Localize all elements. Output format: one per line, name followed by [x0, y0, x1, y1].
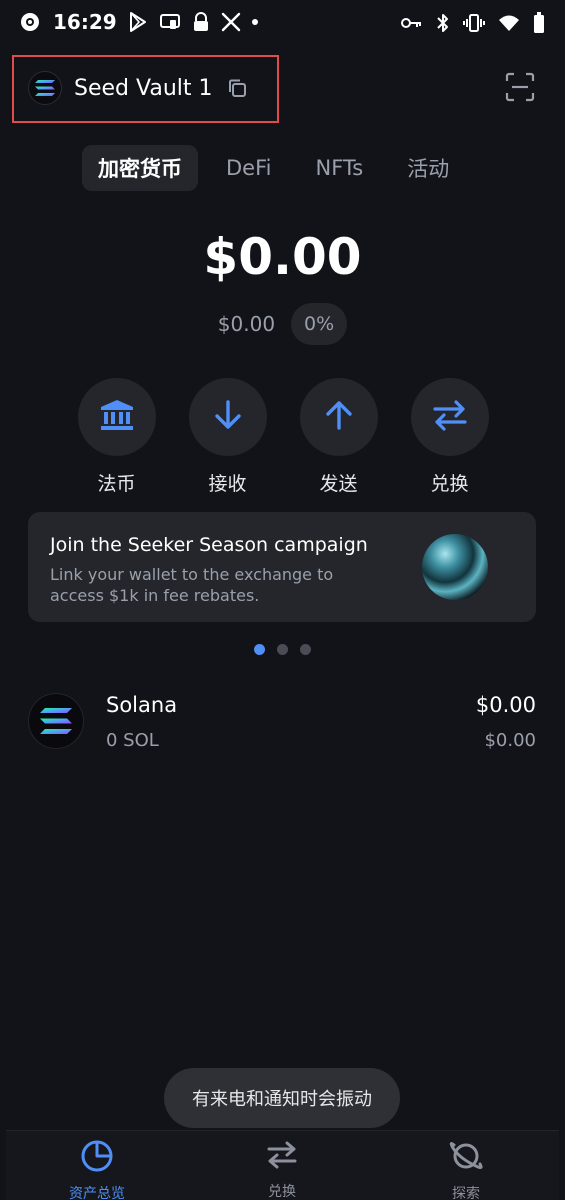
- vpn-key-icon: [401, 16, 423, 30]
- send-button[interactable]: 发送: [299, 378, 378, 496]
- bottom-nav: 资产总览 兑换 探索: [6, 1130, 559, 1200]
- battery-icon: [533, 12, 545, 34]
- tab-crypto[interactable]: 加密货币: [82, 145, 198, 191]
- banner-description: Link your wallet to the exchange to acce…: [50, 565, 334, 605]
- send-button-circle[interactable]: [299, 378, 378, 456]
- total-balance: $0.00: [203, 228, 362, 286]
- token-row-solana[interactable]: Solana 0 SOL $0.00 $0.00: [28, 688, 536, 758]
- change-percent-badge: 0%: [291, 303, 348, 345]
- pie-chart-icon: [80, 1139, 114, 1177]
- change-amount: $0.00: [217, 312, 276, 336]
- wifi-icon: [498, 14, 520, 32]
- account-selector[interactable]: Seed Vault 1: [28, 71, 247, 105]
- send-label: 发送: [319, 473, 358, 495]
- pagination-dot-2[interactable]: [277, 644, 288, 655]
- arrow-down-icon: [213, 399, 243, 435]
- x-app-icon: [221, 12, 241, 32]
- swap-icon: [432, 399, 468, 435]
- dot-icon: [251, 19, 258, 25]
- tab-defi[interactable]: DeFi: [210, 145, 287, 191]
- screen: 16:29 Seed Vault 1 加密货币 DeFi NFTs 活动 $0.…: [0, 0, 565, 1200]
- status-bar: 16:29: [0, 0, 565, 50]
- status-time: 16:29: [53, 10, 117, 34]
- receive-button[interactable]: 接收: [188, 378, 267, 496]
- lock-icon: [192, 11, 210, 33]
- nav-portfolio[interactable]: 资产总览: [37, 1139, 157, 1200]
- pagination-dot-1[interactable]: [254, 644, 265, 655]
- planet-icon: [448, 1139, 484, 1177]
- token-amount: 0 SOL: [106, 730, 159, 751]
- scan-icon[interactable]: [505, 72, 535, 106]
- token-value-change: $0.00: [484, 730, 536, 751]
- action-buttons: 法币 接收 发送 兑换: [77, 378, 489, 496]
- receive-button-circle[interactable]: [188, 378, 267, 456]
- banner-pagination: [0, 644, 565, 655]
- swap-label: 兑换: [430, 473, 469, 495]
- nav-swap-label: 兑换: [268, 1184, 296, 1200]
- nav-explore-label: 探索: [452, 1186, 480, 1200]
- banner-orb-image: [422, 534, 488, 600]
- account-name: Seed Vault 1: [74, 75, 213, 101]
- tab-nfts[interactable]: NFTs: [299, 145, 379, 191]
- seed-vault-logo-icon: [28, 71, 62, 105]
- asset-tabs: 加密货币 DeFi NFTs 活动: [82, 145, 465, 191]
- fiat-label: 法币: [97, 473, 136, 495]
- swap-button-circle[interactable]: [410, 378, 489, 456]
- nav-explore[interactable]: 探索: [406, 1139, 526, 1200]
- status-right: [401, 12, 545, 34]
- fiat-button[interactable]: 法币: [77, 378, 156, 496]
- copy-icon[interactable]: [227, 78, 247, 98]
- pagination-dot-3[interactable]: [300, 644, 311, 655]
- fiat-button-circle[interactable]: [77, 378, 156, 456]
- swap-button[interactable]: 兑换: [410, 378, 489, 496]
- nav-portfolio-label: 资产总览: [69, 1186, 125, 1200]
- notification-app-icon: [20, 12, 40, 32]
- campaign-banner[interactable]: Join the Seeker Season campaign Link you…: [28, 512, 536, 622]
- banner-title: Join the Seeker Season campaign: [50, 534, 368, 556]
- status-left: 16:29: [20, 10, 258, 34]
- receive-label: 接收: [208, 473, 247, 495]
- arrow-up-icon: [324, 399, 354, 435]
- vibrate-icon: [463, 13, 485, 33]
- token-name: Solana: [106, 693, 178, 717]
- tab-activity[interactable]: 活动: [391, 145, 465, 191]
- swap-icon: [266, 1139, 298, 1175]
- play-store-icon: [128, 11, 148, 33]
- token-value: $0.00: [475, 693, 536, 717]
- solana-logo-icon: [28, 693, 84, 749]
- balance-change: $0.00 0%: [0, 303, 565, 345]
- bluetooth-icon: [436, 12, 450, 34]
- bank-icon: [99, 399, 135, 435]
- nav-swap[interactable]: 兑换: [222, 1139, 342, 1200]
- toast-message: 有来电和通知时会振动: [164, 1068, 400, 1128]
- cast-icon: [159, 12, 181, 32]
